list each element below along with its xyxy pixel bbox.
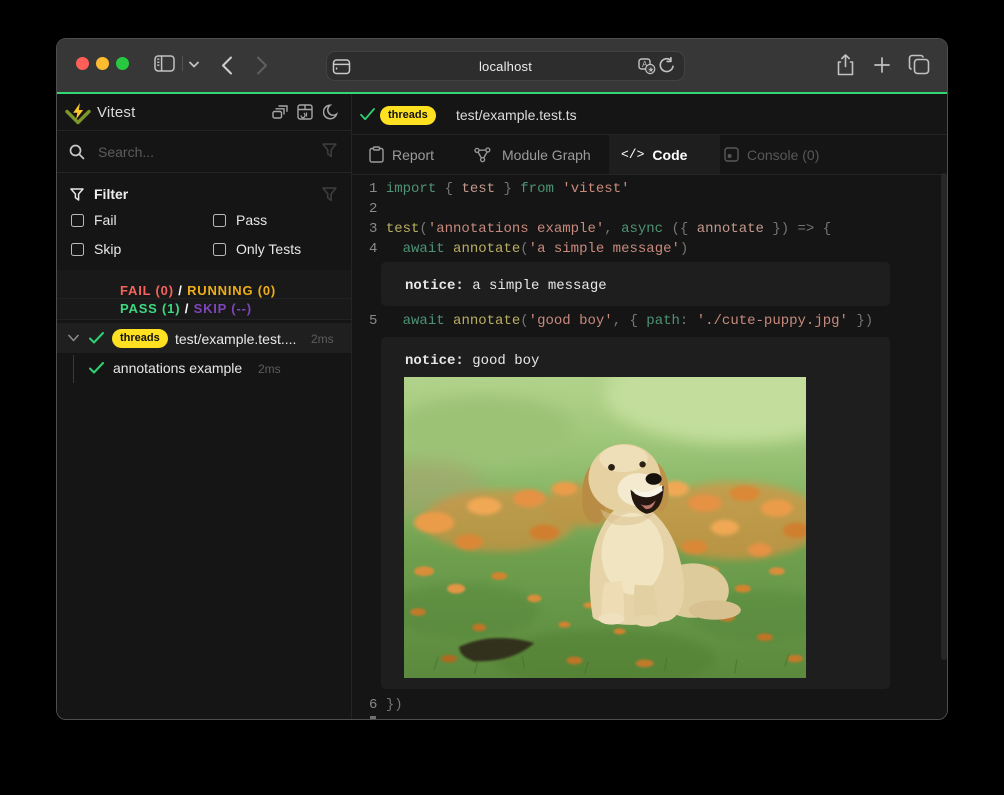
- svg-text:★: ★: [648, 66, 654, 74]
